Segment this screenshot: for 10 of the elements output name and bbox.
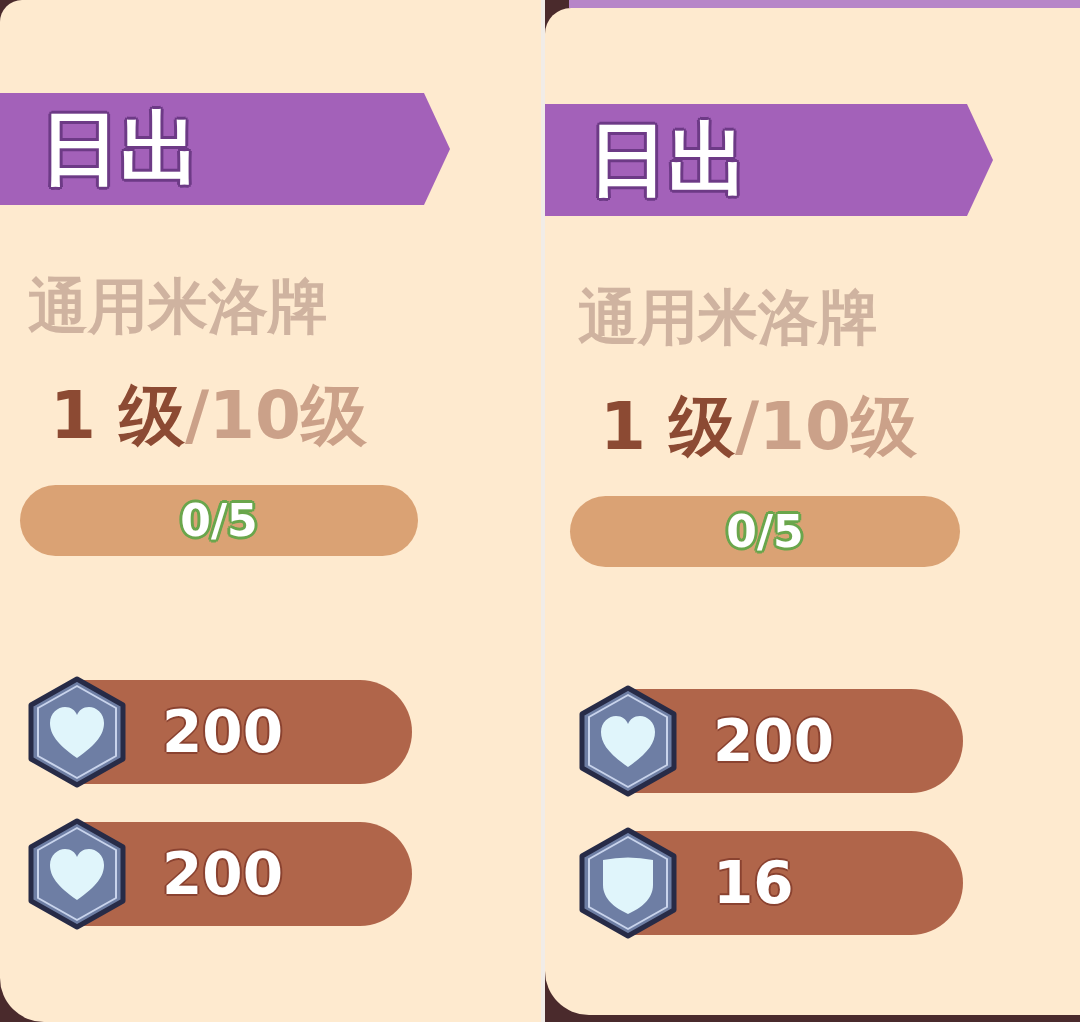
- level-text: 1 级/10级: [600, 387, 917, 467]
- banner-title: 日出: [40, 109, 200, 189]
- level-text: 1 级/10级: [50, 376, 367, 456]
- stat-value: 200: [162, 703, 284, 761]
- stat-value: 200: [713, 712, 835, 770]
- progress-text: 0/5: [726, 509, 804, 554]
- progress-text: 0/5: [180, 498, 258, 543]
- banner-title: 日出: [588, 120, 748, 200]
- stat-value: 16: [713, 854, 794, 912]
- stat-value: 200: [162, 845, 284, 903]
